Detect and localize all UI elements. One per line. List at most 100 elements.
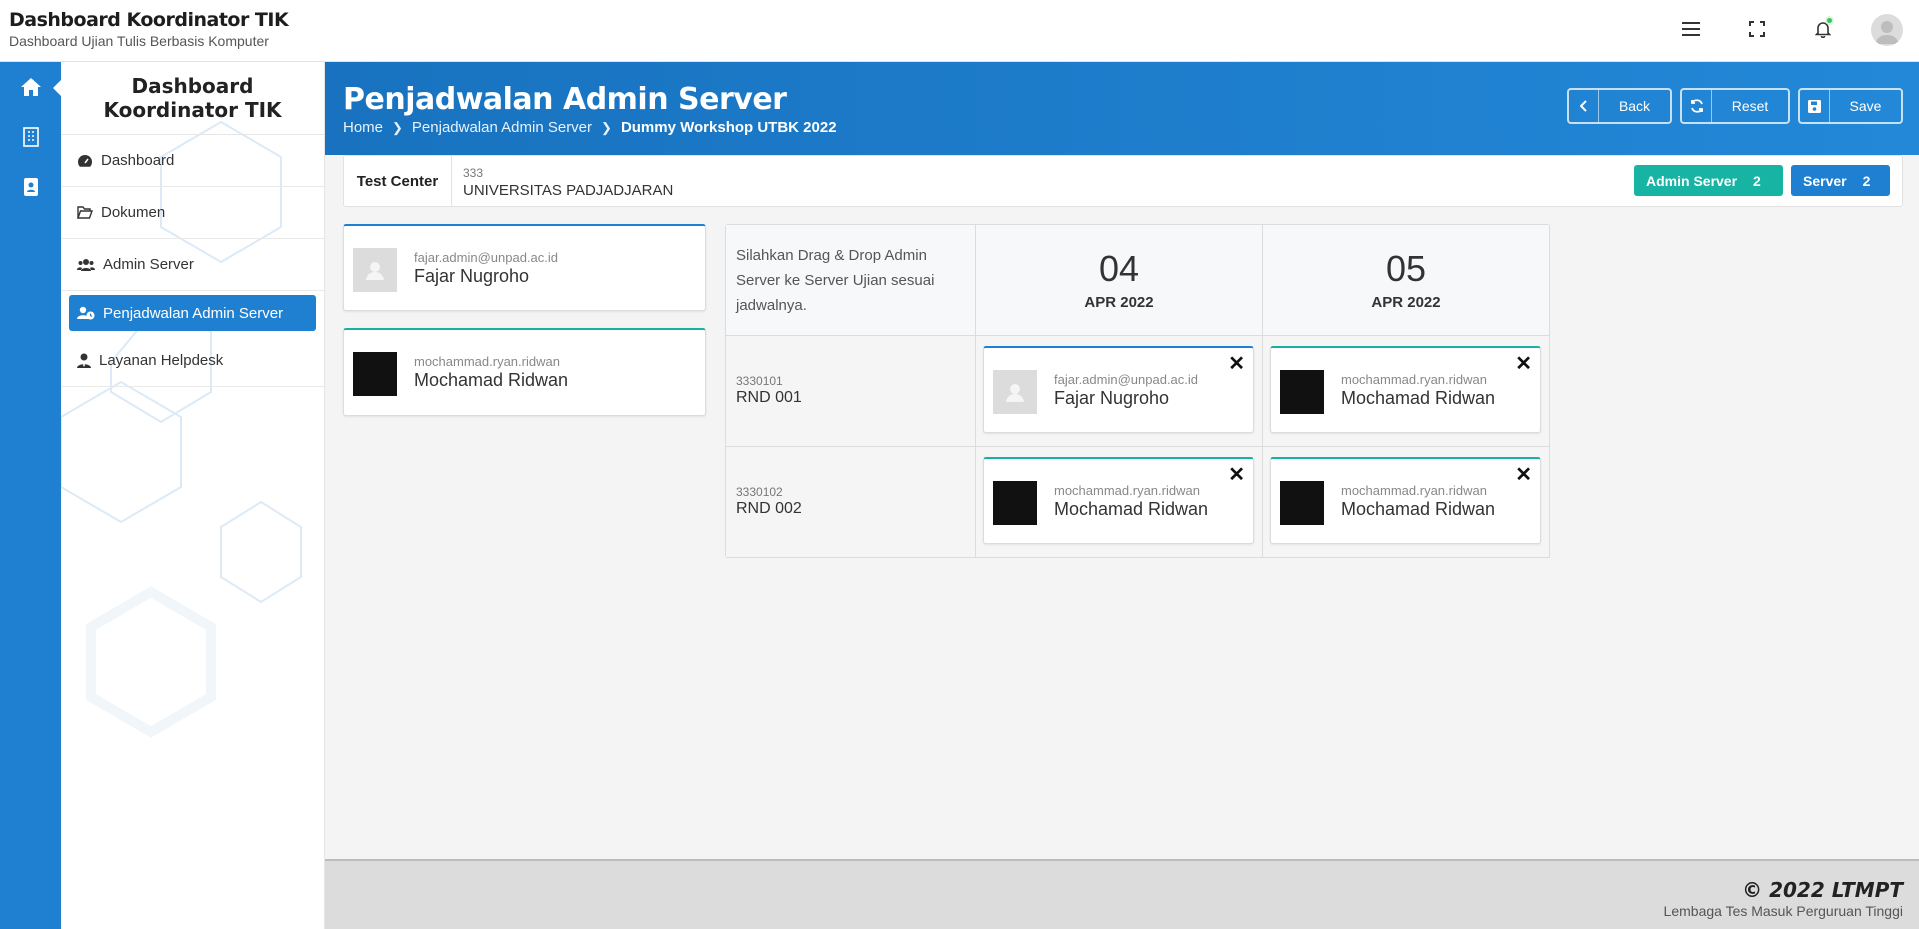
notification-bell-icon[interactable] xyxy=(1808,14,1838,44)
sidebar-item-label: Dashboard xyxy=(101,152,175,169)
avatar-photo xyxy=(353,352,397,396)
fullscreen-icon[interactable] xyxy=(1742,14,1772,44)
badge-label: Server xyxy=(1803,172,1847,189)
schedule-slot[interactable]: mochammad.ryan.ridwan Mochamad Ridwan ✕ xyxy=(1263,336,1550,447)
admin-name: Mochamad Ridwan xyxy=(414,370,569,390)
instruction-cell: Silahkan Drag & Drop Admin Server ke Ser… xyxy=(726,225,976,336)
footer-org: Lembaga Tes Masuk Perguruan Tinggi xyxy=(1663,903,1903,919)
icon-rail xyxy=(0,62,62,929)
breadcrumb: Home ❯ Penjadwalan Admin Server ❯ Dummy … xyxy=(343,119,837,136)
date-header: 05 APR 2022 xyxy=(1263,225,1550,336)
chevron-left-icon xyxy=(1569,90,1599,122)
footer: © 2022 LTMPT Lembaga Tes Masuk Perguruan… xyxy=(325,859,1919,929)
schedule-slot[interactable]: mochammad.ryan.ridwan Mochamad Ridwan ✕ xyxy=(1263,447,1550,558)
server-name: RND 001 xyxy=(736,389,802,406)
page-header: Penjadwalan Admin Server Home ❯ Penjadwa… xyxy=(325,62,1919,155)
server-row-header: 3330101 RND 001 xyxy=(726,336,976,447)
remove-close-icon[interactable]: ✕ xyxy=(1515,354,1532,374)
dashboard-gauge-icon xyxy=(78,154,92,167)
admin-card[interactable]: mochammad.ryan.ridwan Mochamad Ridwan xyxy=(343,328,706,416)
reset-button-label: Reset xyxy=(1731,98,1769,114)
breadcrumb-home[interactable]: Home xyxy=(343,119,383,136)
date-header: 04 APR 2022 xyxy=(976,225,1263,336)
sidebar-item-penjadwalan-admin-server[interactable]: Penjadwalan Admin Server xyxy=(69,295,316,331)
server-code: 3330102 xyxy=(736,485,783,499)
admin-name: Mochamad Ridwan xyxy=(1341,388,1496,408)
sidebar-item-admin-server[interactable]: Admin Server xyxy=(61,239,324,291)
avatar-placeholder xyxy=(993,370,1037,414)
back-button[interactable]: Back xyxy=(1567,88,1672,124)
server-code: 3330101 xyxy=(736,374,783,388)
breadcrumb-penjadwalan[interactable]: Penjadwalan Admin Server xyxy=(412,119,592,136)
admin-name: Mochamad Ridwan xyxy=(1054,499,1209,519)
assigned-admin-card[interactable]: mochammad.ryan.ridwan Mochamad Ridwan ✕ xyxy=(1270,346,1541,433)
sidebar-item-label: Admin Server xyxy=(103,256,194,273)
save-button-label: Save xyxy=(1849,98,1882,114)
admin-email: fajar.admin@unpad.ac.id xyxy=(414,250,559,265)
date-day: 04 xyxy=(1098,248,1140,289)
schedule-slot[interactable]: fajar.admin@unpad.ac.id Fajar Nugroho ✕ xyxy=(976,336,1263,447)
refresh-icon xyxy=(1682,90,1712,122)
assigned-admin-card[interactable]: fajar.admin@unpad.ac.id Fajar Nugroho ✕ xyxy=(983,346,1254,433)
user-avatar[interactable] xyxy=(1871,14,1903,46)
chevron-right-icon: ❯ xyxy=(601,119,612,135)
admin-email: fajar.admin@unpad.ac.id xyxy=(1054,372,1199,387)
assigned-admin-card[interactable]: mochammad.ryan.ridwan Mochamad Ridwan ✕ xyxy=(1270,457,1541,544)
test-center-label: Test Center xyxy=(344,156,452,206)
admin-email: mochammad.ryan.ridwan xyxy=(1341,372,1487,387)
sidebar-item-label: Dokumen xyxy=(101,204,166,221)
sidebar-item-label: Layanan Helpdesk xyxy=(99,352,224,369)
sidebar: Dashboard Koordinator TIK Dashboard Doku… xyxy=(61,62,325,929)
app-title: Dashboard Koordinator TIK xyxy=(9,9,289,31)
back-button-label: Back xyxy=(1618,98,1651,114)
copyright: © 2022 LTMPT xyxy=(1742,878,1903,902)
top-bar: Dashboard Koordinator TIK Dashboard Ujia… xyxy=(0,0,1919,62)
notification-dot xyxy=(1825,16,1834,25)
building-icon[interactable] xyxy=(0,112,61,162)
server-count-badge: Server 2 xyxy=(1791,165,1890,196)
save-button[interactable]: Save xyxy=(1798,88,1903,124)
admin-server-count-badge: Admin Server 2 xyxy=(1634,165,1783,196)
sidebar-item-dokumen[interactable]: Dokumen xyxy=(61,187,324,239)
reset-button[interactable]: Reset xyxy=(1680,88,1790,124)
avatar-photo xyxy=(993,481,1037,525)
user-silhouette-icon xyxy=(366,262,384,280)
admin-name: Fajar Nugroho xyxy=(1054,388,1170,408)
admin-card[interactable]: fajar.admin@unpad.ac.id Fajar Nugroho xyxy=(343,224,706,311)
server-name: RND 002 xyxy=(736,500,802,517)
page-title: Penjadwalan Admin Server xyxy=(343,82,787,117)
avatar-photo xyxy=(1280,481,1324,525)
sidebar-item-label: Penjadwalan Admin Server xyxy=(103,304,284,322)
avatar-placeholder xyxy=(353,248,397,292)
assigned-admin-card[interactable]: mochammad.ryan.ridwan Mochamad Ridwan ✕ xyxy=(983,457,1254,544)
badge-count: 2 xyxy=(1862,172,1871,189)
admin-name: Mochamad Ridwan xyxy=(1341,499,1496,519)
user-silhouette-icon xyxy=(1006,384,1024,402)
menu-icon[interactable] xyxy=(1676,14,1706,44)
schedule-slot[interactable]: mochammad.ryan.ridwan Mochamad Ridwan ✕ xyxy=(976,447,1263,558)
users-icon xyxy=(77,259,95,271)
admin-email: mochammad.ryan.ridwan xyxy=(1054,483,1200,498)
avatar-photo xyxy=(1280,370,1324,414)
date-day: 05 xyxy=(1385,248,1427,289)
sidebar-item-layanan-helpdesk[interactable]: Layanan Helpdesk xyxy=(61,335,324,387)
folder-open-icon xyxy=(77,206,93,219)
date-month: APR 2022 xyxy=(1371,294,1441,311)
drag-drop-instruction: Silahkan Drag & Drop Admin Server ke Ser… xyxy=(736,247,935,314)
user-tie-icon xyxy=(77,353,91,368)
remove-close-icon[interactable]: ✕ xyxy=(1515,465,1532,485)
user-clock-icon xyxy=(77,306,95,320)
remove-close-icon[interactable]: ✕ xyxy=(1228,465,1245,485)
chevron-right-icon: ❯ xyxy=(392,119,403,135)
test-center-bar: Test Center 333 UNIVERSITAS PADJADJARAN … xyxy=(343,155,1903,207)
address-book-icon[interactable] xyxy=(0,162,61,212)
sidebar-item-dashboard[interactable]: Dashboard xyxy=(61,135,324,187)
remove-close-icon[interactable]: ✕ xyxy=(1228,354,1245,374)
sidebar-title: Dashboard Koordinator TIK xyxy=(61,62,324,135)
admin-name: Fajar Nugroho xyxy=(414,266,530,286)
floppy-disk-icon xyxy=(1800,90,1830,122)
test-center-name: UNIVERSITAS PADJADJARAN xyxy=(463,182,674,199)
schedule-grid: Silahkan Drag & Drop Admin Server ke Ser… xyxy=(725,224,1550,558)
date-month: APR 2022 xyxy=(1084,294,1154,311)
home-icon[interactable] xyxy=(0,62,62,112)
